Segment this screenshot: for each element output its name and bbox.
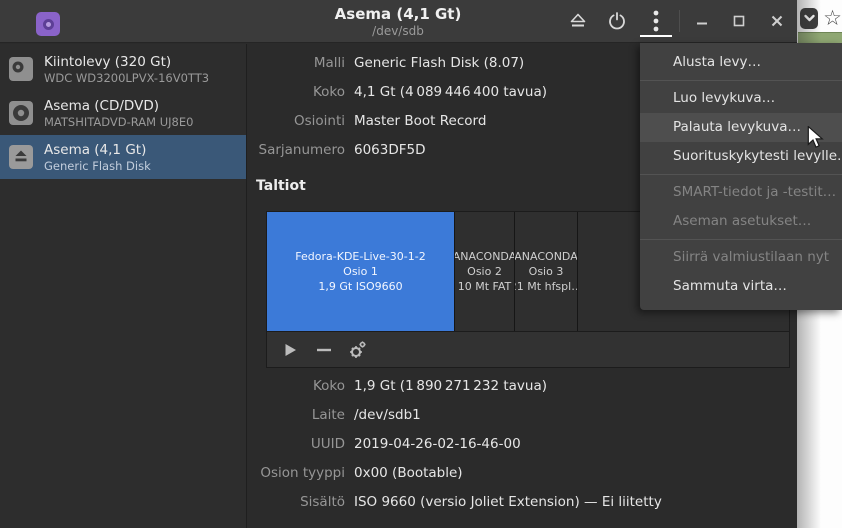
app-drive-icon xyxy=(36,12,60,36)
sidebar-item-title: Kiintolevy (320 Gt) xyxy=(44,54,209,70)
partition-size-fs: 1,9 Gt ISO9660 xyxy=(318,279,402,294)
menu-separator xyxy=(640,80,842,81)
partition-number: Osio 1 xyxy=(343,264,378,279)
window-subtitle: /dev/sdb xyxy=(335,24,462,38)
window-title: Asema (4,1 Gt) xyxy=(335,5,462,23)
menu-item-drive-settings[interactable]: Aseman asetukset… xyxy=(640,207,842,236)
partition-size-fs: 21 Mt hfspl… xyxy=(515,279,578,294)
maximize-icon xyxy=(733,15,745,27)
optical-disc-icon xyxy=(8,100,34,126)
info-row-model: Malli Generic Flash Disk (8.07) xyxy=(248,53,524,73)
removable-drive-icon xyxy=(8,144,34,170)
partition-number: Osio 3 xyxy=(529,264,564,279)
info-label: Koko xyxy=(248,82,345,102)
sidebar-item-optical-drive[interactable]: Asema (CD/DVD) MATSHITADVD-RAM UJ8E0 xyxy=(0,91,246,135)
kebab-menu-icon xyxy=(653,10,659,32)
sidebar-item-subtitle: MATSHITADVD-RAM UJ8E0 xyxy=(44,115,193,129)
device-sidebar: Kiintolevy (320 Gt) WDC WD3200LPVX-16V0T… xyxy=(0,44,247,528)
info-row-size: Koko 4,1 Gt (4 089 446 400 tavua) xyxy=(248,82,547,102)
close-icon xyxy=(771,15,783,27)
info-label: Koko xyxy=(248,376,345,396)
window-title-block: Asema (4,1 Gt) /dev/sdb xyxy=(335,5,462,38)
info-row-partition-type: Osion tyyppi 0x00 (Bootable) xyxy=(248,463,463,483)
partition-size-fs: 10 Mt FAT xyxy=(458,279,512,294)
close-button[interactable] xyxy=(761,7,793,35)
gear-icon xyxy=(349,341,367,359)
info-label: Osion tyyppi xyxy=(248,463,345,483)
play-icon xyxy=(284,343,297,357)
partition-3[interactable]: ANACONDA Osio 3 21 Mt hfspl… xyxy=(515,212,578,331)
info-value: Generic Flash Disk (8.07) xyxy=(354,53,524,73)
minus-icon xyxy=(316,348,332,352)
menu-item-smart-data[interactable]: SMART-tiedot ja -testit… xyxy=(640,178,842,207)
minimize-button[interactable] xyxy=(686,7,718,35)
partition-2[interactable]: ANACONDA Osio 2 10 Mt FAT xyxy=(455,212,515,331)
volume-toolbar xyxy=(267,331,789,367)
menu-separator xyxy=(640,239,842,240)
sidebar-item-title: Asema (4,1 Gt) xyxy=(44,142,151,158)
info-value: ISO 9660 (versio Joliet Extension) — Ei … xyxy=(354,492,662,512)
sidebar-item-harddisk[interactable]: Kiintolevy (320 Gt) WDC WD3200LPVX-16V0T… xyxy=(0,47,246,91)
info-row-volume-size: Koko 1,9 Gt (1 890 271 232 tavua) xyxy=(248,376,547,396)
info-value: 4,1 Gt (4 089 446 400 tavua) xyxy=(354,82,547,102)
partition-1[interactable]: Fedora-KDE-Live-30-1-2 Osio 1 1,9 Gt ISO… xyxy=(267,212,455,331)
maximize-button[interactable] xyxy=(723,7,755,35)
sidebar-item-flash-drive[interactable]: Asema (4,1 Gt) Generic Flash Disk xyxy=(0,135,246,179)
info-value: /dev/sdb1 xyxy=(354,405,421,425)
info-row-serial: Sarjanumero 6063DF5D xyxy=(248,140,426,160)
info-row-uuid: UUID 2019-04-26-02-16-46-00 xyxy=(248,434,521,454)
info-value: 2019-04-26-02-16-46-00 xyxy=(354,434,521,454)
info-value: 6063DF5D xyxy=(354,140,426,160)
minimize-icon xyxy=(696,15,708,27)
mount-button[interactable] xyxy=(277,337,303,363)
harddisk-icon xyxy=(8,56,34,82)
eject-icon xyxy=(569,13,587,29)
power-off-button[interactable] xyxy=(601,7,633,35)
delete-partition-button[interactable] xyxy=(311,337,337,363)
sidebar-item-title: Asema (CD/DVD) xyxy=(44,98,193,114)
menu-separator xyxy=(640,174,842,175)
info-row-partitioning: Osiointi Master Boot Record xyxy=(248,111,486,131)
menu-item-power-off[interactable]: Sammuta virta… xyxy=(640,272,842,301)
info-label: UUID xyxy=(248,434,345,454)
menu-item-create-disk-image[interactable]: Luo levykuva… xyxy=(640,84,842,113)
info-value: 1,9 Gt (1 890 271 232 tavua) xyxy=(354,376,547,396)
info-label: Osiointi xyxy=(248,111,345,131)
star-icon[interactable]: ☆ xyxy=(823,8,842,28)
info-label: Sisältö xyxy=(248,492,345,512)
info-row-contents: Sisältö ISO 9660 (versio Joliet Extensio… xyxy=(248,492,662,512)
sidebar-item-subtitle: WDC WD3200LPVX-16V0TT3 xyxy=(44,71,209,85)
partition-name: ANACONDA xyxy=(515,249,578,264)
power-icon xyxy=(608,12,626,30)
info-row-device: Laite /dev/sdb1 xyxy=(248,405,421,425)
app-menu-button[interactable] xyxy=(640,7,672,35)
info-label: Malli xyxy=(248,53,345,73)
partition-number: Osio 2 xyxy=(467,264,502,279)
info-label: Laite xyxy=(248,405,345,425)
partition-settings-button[interactable] xyxy=(345,337,371,363)
menu-item-standby-now[interactable]: Siirrä valmiustilaan nyt xyxy=(640,243,842,272)
app-menu-popup: Alusta levy… Luo levykuva… Palauta levyk… xyxy=(640,43,842,310)
partition-name: Fedora-KDE-Live-30-1-2 xyxy=(295,249,425,264)
partition-name: ANACONDA xyxy=(455,249,515,264)
sidebar-item-subtitle: Generic Flash Disk xyxy=(44,159,151,173)
mouse-cursor xyxy=(807,126,824,150)
headerbar: Asema (4,1 Gt) /dev/sdb xyxy=(0,0,797,43)
volumes-heading: Taltiot xyxy=(256,178,306,194)
info-value: Master Boot Record xyxy=(354,111,486,131)
info-label: Sarjanumero xyxy=(248,140,345,160)
menu-active-indicator xyxy=(640,35,672,37)
eject-button[interactable] xyxy=(562,7,594,35)
headerbar-separator xyxy=(679,10,680,32)
menu-item-format-disk[interactable]: Alusta levy… xyxy=(640,48,842,77)
info-value: 0x00 (Bootable) xyxy=(354,463,463,483)
